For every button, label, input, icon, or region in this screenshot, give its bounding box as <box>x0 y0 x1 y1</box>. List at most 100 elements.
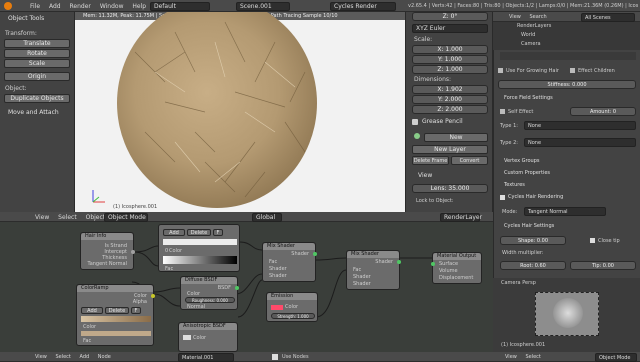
menu-add[interactable]: Add <box>49 3 61 10</box>
colorramp-gradient[interactable] <box>81 316 151 322</box>
colorramp-add-button[interactable]: Add <box>81 307 103 314</box>
tip-field[interactable]: Tip: 0.00 <box>570 261 636 270</box>
ramp1-flip-button[interactable]: F <box>213 229 223 236</box>
render-layer-select[interactable]: RenderLayer <box>440 213 482 222</box>
convert-button[interactable]: Convert <box>451 156 488 165</box>
outliner-item-renderlayers[interactable]: RenderLayers <box>517 23 551 29</box>
scale-button[interactable]: Scale <box>4 59 70 68</box>
move-attach-title[interactable]: Move and Attach <box>8 109 59 116</box>
effect-children-checkbox[interactable] <box>570 68 575 73</box>
properties-tabs[interactable] <box>500 52 636 60</box>
material-select[interactable]: Material.001 <box>178 353 234 362</box>
stiffness-field[interactable]: Stiffness: 0.000 <box>498 80 636 89</box>
node-hair-info[interactable]: Hair Info Is Strand Intercept Thickness … <box>80 232 135 270</box>
camera-preview-viewport[interactable]: Camera Persp (1) Icosphere.001 <box>493 278 640 352</box>
aniso-color-swatch[interactable] <box>183 335 191 340</box>
node-menu-add[interactable]: Add <box>80 354 90 360</box>
dimensions-x-field[interactable]: X: 1.902 <box>412 85 488 94</box>
grease-new-layer-button[interactable]: New Layer <box>412 145 488 154</box>
node-editor[interactable]: Hair Info Is Strand Intercept Thickness … <box>0 222 493 352</box>
colorramp-swatch[interactable] <box>81 331 151 336</box>
camera-mode-select[interactable]: Object Mode <box>595 353 637 362</box>
diffuse-roughness-field[interactable]: Roughness: 0.000 <box>185 297 235 303</box>
type2-select[interactable]: None <box>524 138 636 147</box>
mix2-out-socket[interactable] <box>397 260 401 264</box>
self-effect-checkbox[interactable] <box>500 109 505 114</box>
colorramp-flip-button[interactable]: F <box>131 307 141 314</box>
output-surface-socket[interactable] <box>431 262 435 266</box>
colorramp-color-socket[interactable] <box>151 294 155 298</box>
hair-mode-select[interactable]: Tangent Normal <box>524 207 606 216</box>
lens-field[interactable]: Lens: 35.000 <box>412 184 488 193</box>
menu-help[interactable]: Help <box>132 3 146 10</box>
custom-properties-panel[interactable]: Custom Properties <box>504 170 550 176</box>
grease-new-button[interactable]: New <box>424 133 488 142</box>
close-tip-checkbox[interactable] <box>590 238 595 243</box>
outliner-search[interactable]: Search <box>529 14 546 20</box>
translate-button[interactable]: Translate <box>4 39 70 48</box>
mix1-out-socket[interactable] <box>313 252 317 256</box>
node-color-ramp-top[interactable]: Add Delete F 0 Color Fac <box>158 224 240 272</box>
delete-frame-button[interactable]: Delete Frame <box>412 156 449 165</box>
node-color-ramp[interactable]: ColorRamp Color Alpha Add Delete F Color… <box>76 284 155 346</box>
grease-pencil-title[interactable]: Grease Pencil <box>422 118 463 125</box>
ramp1-add-button[interactable]: Add <box>163 229 185 236</box>
colorramp-delete-button[interactable]: Delete <box>105 307 129 314</box>
node-menu-node[interactable]: Node <box>98 354 111 360</box>
root-field[interactable]: Root: 0.60 <box>500 261 566 270</box>
type1-select[interactable]: None <box>524 121 636 130</box>
node-anisotropic-bsdf[interactable]: Anisotropic BSDF Color <box>178 322 238 352</box>
menu-file[interactable]: File <box>30 3 40 10</box>
node-mix-shader-2[interactable]: Mix Shader Shader Fac Shader Shader <box>346 250 401 290</box>
blender-logo-icon[interactable] <box>4 2 12 10</box>
orientation-select[interactable]: Global <box>252 213 282 222</box>
menu-render[interactable]: Render <box>70 3 91 10</box>
rotation-z-field[interactable]: Z: 0° <box>412 12 488 21</box>
node-emission[interactable]: Emission Color Strength: 1.000 <box>266 292 318 322</box>
screen-layout-select[interactable]: Default <box>150 2 210 11</box>
cycles-hair-render-panel[interactable]: Cycles Hair Rendering <box>508 194 563 200</box>
amount-field[interactable]: Amount: 0 <box>570 107 636 116</box>
dimensions-y-field[interactable]: Y: 2.000 <box>412 95 488 104</box>
outliner-item-world[interactable]: World <box>521 32 535 38</box>
node-menu-select[interactable]: Select <box>55 354 70 360</box>
outliner-scene-filter[interactable]: All Scenes <box>581 13 635 22</box>
cycles-hair-render-checkbox[interactable] <box>500 195 505 200</box>
rotation-mode-select[interactable]: XYZ Euler <box>412 24 488 33</box>
scale-y-field[interactable]: Y: 1.000 <box>412 55 488 64</box>
menu-select[interactable]: Select <box>58 214 77 221</box>
node-material-output[interactable]: Material Output Surface Volume Displacem… <box>431 252 482 284</box>
origin-button[interactable]: Origin <box>4 72 70 81</box>
mode-select[interactable]: Object Mode <box>104 213 148 222</box>
outliner-view[interactable]: View <box>509 14 521 20</box>
use-nodes-checkbox[interactable] <box>272 354 278 360</box>
camera-menu-view[interactable]: View <box>505 354 517 360</box>
force-field-title[interactable]: Force Field Settings <box>504 95 553 101</box>
scale-z-field[interactable]: Z: 1.000 <box>412 65 488 74</box>
node-mix-shader-1[interactable]: Mix Shader Shader Fac Shader Shader <box>262 242 317 282</box>
node-diffuse-bsdf[interactable]: Diffuse BSDF BSDF Color Roughness: 0.000… <box>180 276 239 310</box>
outliner-item-camera[interactable]: Camera <box>521 41 541 47</box>
grease-pencil-checkbox[interactable] <box>412 119 418 125</box>
hair-info-socket-intercept[interactable] <box>131 250 135 254</box>
view-title[interactable]: View <box>418 172 432 179</box>
rotate-button[interactable]: Rotate <box>4 49 70 58</box>
node-menu-view[interactable]: View <box>35 354 47 360</box>
duplicate-objects-button[interactable]: Duplicate Objects <box>4 94 70 103</box>
ramp1-delete-button[interactable]: Delete <box>187 229 211 236</box>
diffuse-bsdf-socket[interactable] <box>235 286 239 290</box>
textures-panel[interactable]: Textures <box>504 182 525 188</box>
cycles-hair-settings-panel[interactable]: Cycles Hair Settings <box>504 223 554 229</box>
emission-strength-field[interactable]: Strength: 1.000 <box>271 313 315 319</box>
vertex-groups-panel[interactable]: Vertex Groups <box>504 158 540 164</box>
ramp1-gradient-2[interactable] <box>163 256 237 264</box>
camera-menu-select[interactable]: Select <box>525 354 540 360</box>
emission-color-swatch[interactable] <box>271 305 283 310</box>
use-growing-checkbox[interactable] <box>498 68 503 73</box>
menu-view[interactable]: View <box>35 214 49 221</box>
ramp1-gradient[interactable] <box>163 239 237 245</box>
shape-field[interactable]: Shape: 0.00 <box>500 236 566 245</box>
dimensions-z-field[interactable]: Z: 2.000 <box>412 105 488 114</box>
menu-object[interactable]: Object <box>86 214 106 221</box>
render-engine-select[interactable]: Cycles Render <box>330 2 396 11</box>
